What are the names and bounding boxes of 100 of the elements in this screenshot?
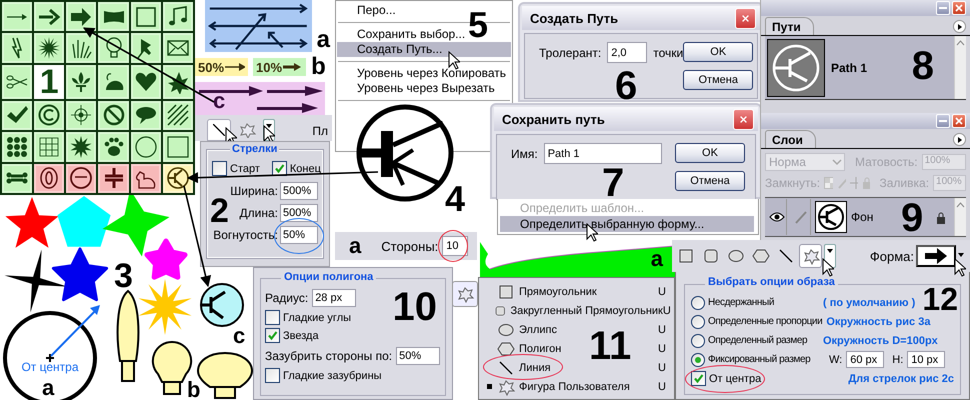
shape-cell[interactable] xyxy=(98,164,129,193)
layer-name[interactable]: Фон xyxy=(851,210,874,224)
panel-tab[interactable]: Слои xyxy=(765,130,816,148)
menu-item[interactable]: Фигура Пользователя xyxy=(519,380,658,392)
checkbox[interactable]: Звезда xyxy=(265,328,319,343)
panel-menu-button[interactable] xyxy=(953,133,966,146)
rectangle-icon xyxy=(676,247,694,265)
center-mark-icon xyxy=(45,353,55,363)
close-button[interactable] xyxy=(952,114,966,128)
checkbox[interactable]: Конец xyxy=(272,161,321,176)
shape-cell[interactable] xyxy=(162,132,193,162)
shape-cell[interactable] xyxy=(2,33,32,63)
checkbox[interactable]: От центра xyxy=(691,371,762,386)
radio-button[interactable]: Определенный размер xyxy=(691,334,819,348)
shape-cell[interactable] xyxy=(130,164,161,193)
shape-cell[interactable] xyxy=(98,33,129,63)
menu-item[interactable]: Уровень через Вырезать xyxy=(337,81,511,96)
text-field[interactable]: 2,0 xyxy=(607,42,648,63)
menu-arrow-icon xyxy=(958,136,962,142)
path-name[interactable]: Path 1 xyxy=(831,60,868,74)
shape-cell[interactable] xyxy=(66,64,96,99)
shape-cell[interactable] xyxy=(34,164,64,193)
ok-button[interactable]: OK xyxy=(675,143,745,163)
shape-cell[interactable] xyxy=(66,132,96,162)
percent-field[interactable]: 50% xyxy=(280,226,318,244)
shape-cell[interactable] xyxy=(2,100,32,130)
close-button[interactable] xyxy=(952,1,966,15)
shape-cell[interactable] xyxy=(2,2,32,32)
shape-cell[interactable] xyxy=(34,100,64,130)
path-thumbnail xyxy=(767,38,825,96)
close-button[interactable] xyxy=(733,108,754,130)
custom-shape-tool-button[interactable] xyxy=(452,281,478,307)
menu-item[interactable]: Закругленный Прямоугольник xyxy=(510,304,663,316)
cancel-button[interactable]: Отмена xyxy=(675,171,745,191)
field-label: Радиус: xyxy=(265,291,308,305)
ok-button[interactable]: OK xyxy=(683,42,754,62)
shape-cell[interactable] xyxy=(34,2,64,32)
shape-cell[interactable] xyxy=(2,64,32,99)
shape-cell[interactable] xyxy=(66,2,96,32)
shape-cell[interactable] xyxy=(162,33,193,63)
scroll-up-icon[interactable] xyxy=(956,202,965,208)
shape-cell[interactable] xyxy=(98,2,129,32)
shape-cell[interactable] xyxy=(130,2,161,32)
shape-cell[interactable] xyxy=(34,132,64,162)
shape-cell[interactable] xyxy=(162,64,193,99)
shape-cell[interactable] xyxy=(98,132,129,162)
hexagon-icon xyxy=(497,340,515,358)
shape-cell[interactable] xyxy=(66,100,96,130)
height-field[interactable]: 10 px xyxy=(907,351,946,368)
checkmark-icon xyxy=(274,163,285,174)
custom-shape-tool-button[interactable] xyxy=(799,244,822,268)
shape-cell[interactable] xyxy=(98,100,129,130)
shape-cell[interactable] xyxy=(66,33,96,63)
text-field[interactable]: Path 1 xyxy=(544,143,662,164)
sides-field[interactable]: 10 xyxy=(442,236,468,256)
indent-field[interactable]: 50% xyxy=(396,347,440,365)
shape-cell[interactable] xyxy=(162,2,193,32)
checkbox[interactable]: Гладкие зазубрины xyxy=(265,368,382,383)
paw-print-icon xyxy=(102,134,126,159)
radio-button[interactable]: Несдержанный xyxy=(691,296,819,310)
shape-cell[interactable] xyxy=(130,33,161,63)
sample-letter: b xyxy=(187,377,200,400)
radio-button[interactable]: Определенные пропорции xyxy=(691,314,822,328)
sample-letter: a xyxy=(650,246,663,272)
shape-cell[interactable] xyxy=(162,100,193,130)
panel-tab[interactable]: Пути xyxy=(765,17,814,35)
close-button[interactable] xyxy=(735,8,756,28)
shape-picker[interactable] xyxy=(916,245,956,267)
menu-item[interactable]: Прямоугольник xyxy=(519,286,658,298)
checkbox[interactable]: Старт xyxy=(212,161,260,176)
shape-cell[interactable] xyxy=(98,64,129,99)
minimize-button[interactable] xyxy=(936,114,950,128)
shape-cell[interactable] xyxy=(130,100,161,130)
transistor-icon xyxy=(166,166,190,190)
minimize-button[interactable] xyxy=(936,1,950,15)
shape-cell[interactable] xyxy=(66,164,96,193)
radio-button[interactable]: Фиксированный размер xyxy=(691,352,819,366)
panel-menu-button[interactable] xyxy=(953,20,966,33)
radius-field[interactable]: 28 px xyxy=(312,289,356,307)
shape-cell[interactable] xyxy=(2,132,32,162)
shape-cell[interactable] xyxy=(130,132,161,162)
field-label: H: xyxy=(892,354,904,366)
shape-cell[interactable] xyxy=(130,64,161,99)
percent-field[interactable]: 500% xyxy=(280,204,318,222)
width-field[interactable]: 60 px xyxy=(846,351,884,368)
shape-cell[interactable] xyxy=(34,33,64,63)
menu-item[interactable]: Уровень через Копировать xyxy=(337,66,511,81)
minimize-icon xyxy=(939,6,947,10)
menu-item[interactable]: Создать Путь... xyxy=(337,42,511,57)
scroll-up-icon[interactable] xyxy=(956,40,965,46)
cancel-button[interactable]: Отмена xyxy=(683,70,754,90)
checkmark-icon xyxy=(267,330,278,341)
menu-item[interactable]: Определить выбранную форму... xyxy=(500,216,754,232)
checkbox[interactable]: Гладкие углы xyxy=(265,310,352,325)
shape-cell[interactable]: 1 xyxy=(34,64,64,99)
eye-icon[interactable] xyxy=(768,212,784,222)
shape-cell[interactable] xyxy=(162,164,193,193)
percent-field[interactable]: 500% xyxy=(280,182,318,200)
shape-cell[interactable] xyxy=(2,164,32,193)
frame-icon xyxy=(134,4,158,29)
